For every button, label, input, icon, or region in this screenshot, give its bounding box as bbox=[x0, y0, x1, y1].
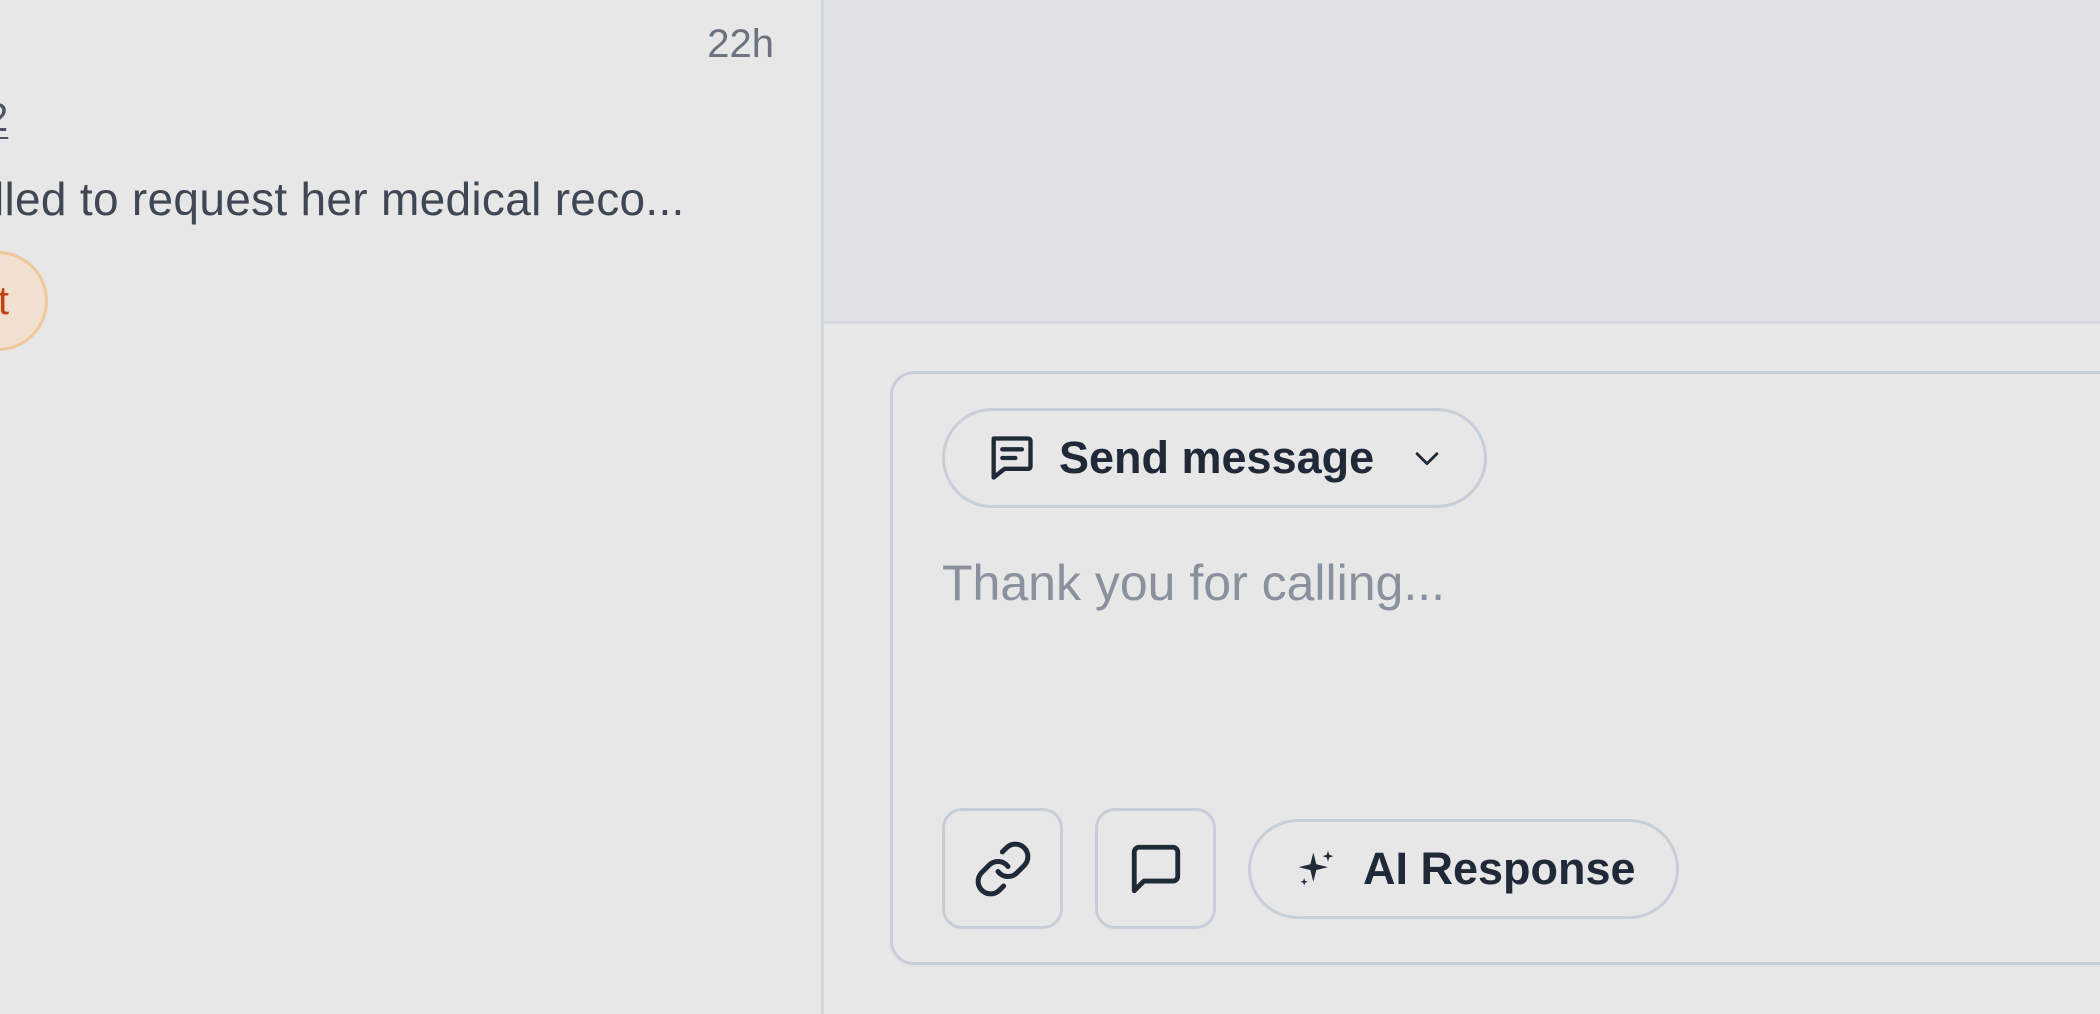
conversation-time: 22h bbox=[707, 22, 774, 66]
conversation-detail-pane: Send message Thank you for calling... AI… bbox=[824, 0, 2100, 1014]
message-square-text-icon bbox=[985, 432, 1037, 484]
ai-response-label: AI Response bbox=[1363, 842, 1636, 894]
assignee-avatar-badge: t bbox=[0, 251, 48, 351]
conversation-id-link[interactable]: 2 bbox=[0, 96, 8, 141]
internal-note-button[interactable] bbox=[1095, 808, 1216, 929]
message-input[interactable] bbox=[942, 554, 2092, 612]
ai-response-button[interactable]: AI Response bbox=[1248, 818, 1679, 919]
message-composer: Send message Thank you for calling... AI… bbox=[890, 371, 2100, 965]
chevron-down-icon bbox=[1410, 441, 1444, 475]
composer-toolbar: AI Response bbox=[942, 808, 1679, 929]
sparkles-icon bbox=[1295, 847, 1339, 891]
insert-link-button[interactable] bbox=[942, 808, 1063, 929]
send-mode-label: Send message bbox=[1059, 432, 1375, 483]
conversation-preview: lled to request her medical reco... bbox=[0, 173, 685, 225]
message-thread bbox=[824, 0, 2100, 324]
link-icon bbox=[973, 839, 1033, 899]
send-mode-dropdown[interactable]: Send message bbox=[942, 408, 1488, 508]
message-square-icon bbox=[1127, 840, 1185, 898]
conversation-list-pane: 22h 2 lled to request her medical reco..… bbox=[0, 0, 824, 1014]
